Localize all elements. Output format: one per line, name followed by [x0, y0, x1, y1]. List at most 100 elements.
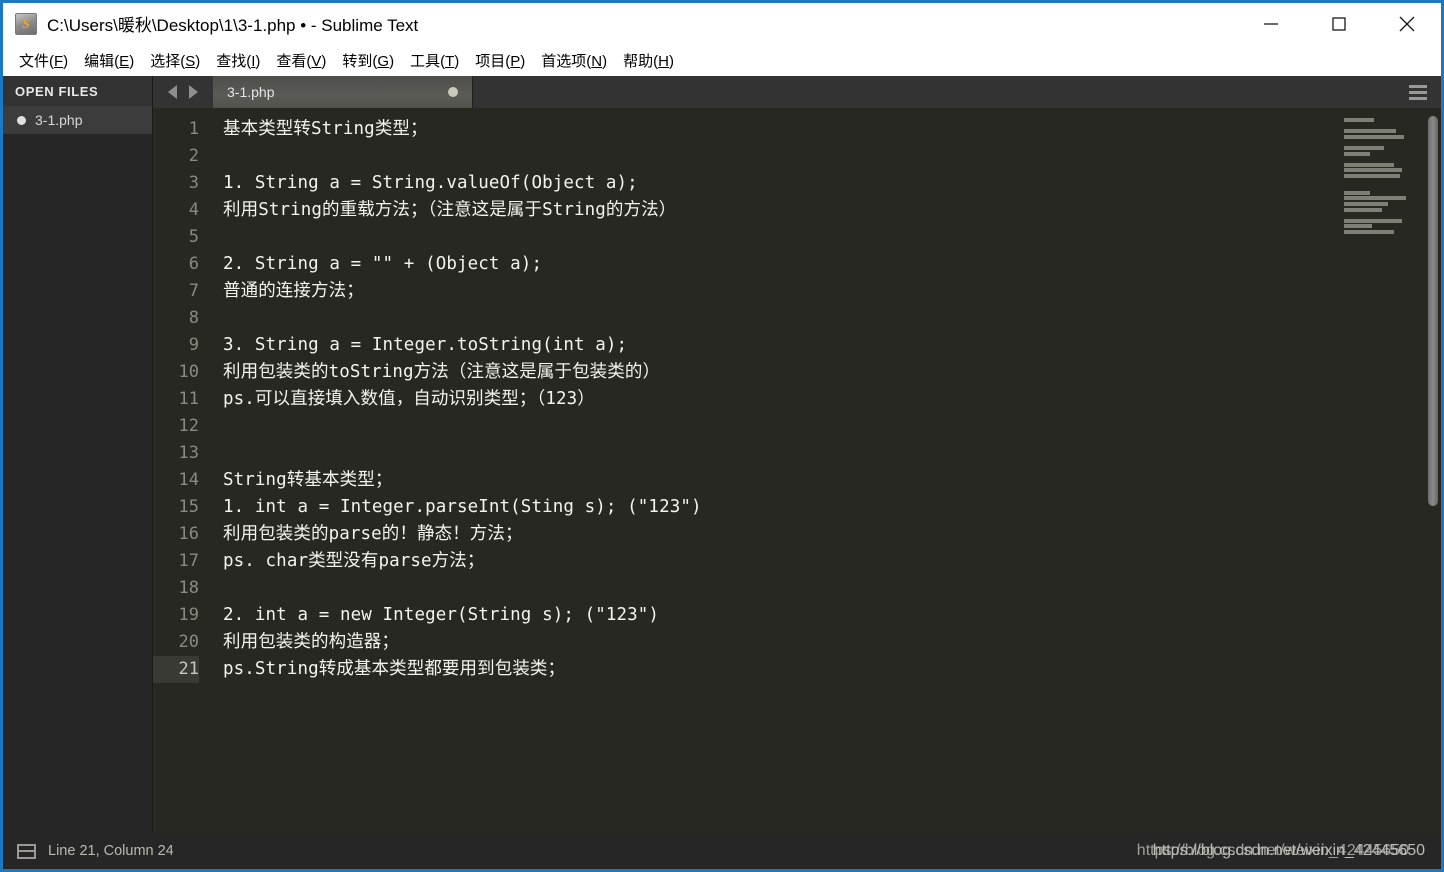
menu-tail: ) [668, 52, 674, 70]
code-line[interactable]: 普通的连接方法； [223, 278, 1320, 305]
editor-column: 3-1.php 1 2 3 4 5 6 7 8 9 10 11 12 13 14 15 16 17 18 19 20 2… [153, 76, 1441, 833]
sidebar-item-label: 3-1.php [35, 112, 83, 128]
sublime-text-window: S C:\Users\暖秋\Desktop\1\3-1.php • - Subl… [0, 0, 1444, 872]
minimap-line [1344, 213, 1345, 217]
line-number: 18 [178, 578, 199, 598]
minimap-line [1344, 180, 1345, 184]
code-line[interactable]: 1. String a = String.valueOf(Object a); [223, 170, 1320, 197]
maximize-button[interactable] [1305, 3, 1373, 44]
code-line[interactable] [223, 575, 1320, 602]
cursor-position-status: Line 21, Column 24 [48, 843, 174, 859]
app-icon-glyph: S [22, 16, 30, 31]
sidebar-empty-space [3, 134, 152, 833]
menu-accel: E [119, 52, 130, 70]
scrollbar-thumb[interactable] [1428, 116, 1438, 506]
menu-tail: ) [602, 52, 608, 70]
code-line[interactable]: 利用包装类的parse的！静态！方法； [223, 521, 1320, 548]
menu-tail: ) [195, 52, 201, 70]
menu-tail: ) [321, 52, 327, 70]
minimap-line [1344, 134, 1404, 139]
line-number-gutter: 1 2 3 4 5 6 7 8 9 10 11 12 13 14 15 16 17 18 19 20 21 [153, 116, 211, 833]
status-bar: Line 21, Column 24 https://blog.csdn.net… [3, 833, 1441, 869]
menu-item-file[interactable]: 文件(F) [11, 47, 76, 74]
code-text[interactable]: 基本类型转String类型； 1. String a = String.value… [211, 116, 1320, 833]
menu-item-find[interactable]: 查找(I) [208, 47, 268, 74]
close-icon [1399, 16, 1415, 31]
code-line[interactable] [223, 143, 1320, 170]
code-line[interactable]: 基本类型转String类型； [223, 116, 1320, 143]
unsaved-dot-icon [17, 115, 26, 125]
tab-prev-arrow-icon[interactable] [168, 85, 177, 99]
code-line[interactable] [223, 413, 1320, 440]
split-panel-icon[interactable] [17, 843, 36, 859]
line-number: 3 [188, 173, 199, 193]
menu-tail: ) [389, 52, 395, 70]
minimap-line [1344, 201, 1388, 206]
menu-label: 选择( [150, 52, 186, 70]
code-line[interactable]: ps. char类型没有parse方法； [223, 548, 1320, 575]
minimap-line [1344, 218, 1402, 223]
code-line[interactable]: ps.可以直接填入数值，自动识别类型；（123） [223, 386, 1320, 413]
menu-tail: ) [520, 52, 526, 70]
code-line[interactable]: 3. String a = Integer.toString(int a); [223, 332, 1320, 359]
hamburger-menu-icon[interactable] [1395, 76, 1441, 108]
code-line[interactable] [223, 440, 1320, 467]
menu-item-preferences[interactable]: 首选项(N) [533, 47, 615, 74]
hamburger-bar [1409, 84, 1427, 88]
minimap[interactable] [1320, 108, 1425, 833]
menu-label: 查看( [276, 52, 312, 70]
sidebar-item-3-1-php[interactable]: 3-1.php [3, 106, 152, 134]
vertical-scrollbar[interactable] [1425, 108, 1441, 833]
close-button[interactable] [1373, 3, 1441, 44]
line-number: 6 [188, 254, 199, 274]
menu-item-help[interactable]: 帮助(H) [615, 47, 682, 74]
watermark-text: https://blog.csdn.net/weixin_42445650 [1152, 842, 1425, 859]
minimize-icon [1264, 22, 1278, 25]
menu-accel: F [54, 52, 64, 70]
menu-item-edit[interactable]: 编辑(E) [76, 47, 142, 74]
line-number: 14 [178, 470, 199, 490]
minimap-line [1344, 229, 1394, 234]
menu-item-selection[interactable]: 选择(S) [142, 47, 208, 74]
menu-accel: N [591, 52, 603, 70]
menu-accel: P [510, 52, 521, 70]
minimap-line [1344, 207, 1382, 212]
code-line[interactable]: ps.String转成基本类型都要用到包装类； [223, 656, 1320, 683]
tab-next-arrow-icon[interactable] [189, 85, 198, 99]
line-number: 17 [178, 551, 199, 571]
minimize-button[interactable] [1237, 3, 1305, 44]
menu-item-view[interactable]: 查看(V) [268, 47, 334, 74]
line-number: 7 [188, 281, 199, 301]
menu-tail: ) [63, 52, 69, 70]
minimap-line [1344, 118, 1374, 122]
code-line[interactable]: 2. int a = new Integer(String s); ("123"… [223, 602, 1320, 629]
menu-accel: S [185, 52, 196, 70]
code-line[interactable] [223, 305, 1320, 332]
code-line[interactable]: 1. int a = Integer.parseInt(Sting s); ("… [223, 494, 1320, 521]
workspace: OPEN FILES 3-1.php 3-1.php 1 2 3 4 5 6 7… [3, 76, 1441, 833]
menu-item-project[interactable]: 项目(P) [467, 47, 533, 74]
code-line[interactable] [223, 224, 1320, 251]
hamburger-bar [1409, 96, 1427, 100]
tab-3-1-php[interactable]: 3-1.php [213, 76, 473, 108]
minimap-line [1344, 151, 1370, 156]
menu-item-tools[interactable]: 工具(T) [402, 47, 467, 74]
code-line[interactable]: 利用包装类的toString方法（注意这是属于包装类的） [223, 359, 1320, 386]
window-title: C:\Users\暖秋\Desktop\1\3-1.php • - Sublim… [47, 16, 419, 35]
split-panel-divider [19, 850, 34, 852]
code-line[interactable]: String转基本类型； [223, 467, 1320, 494]
title-bar: S C:\Users\暖秋\Desktop\1\3-1.php • - Subl… [3, 3, 1441, 44]
code-line[interactable]: 利用String的重载方法；（注意这是属于String的方法） [223, 197, 1320, 224]
window-controls [1237, 3, 1441, 44]
code-line[interactable]: 利用包装类的构造器； [223, 629, 1320, 656]
code-line[interactable]: 2. String a = "" + (Object a); [223, 251, 1320, 278]
menu-label: 编辑( [84, 52, 120, 70]
line-number: 9 [188, 335, 199, 355]
line-number: 11 [178, 389, 199, 409]
line-number: 5 [188, 227, 199, 247]
menu-item-goto[interactable]: 转到(G) [334, 47, 402, 74]
code-area[interactable]: 1 2 3 4 5 6 7 8 9 10 11 12 13 14 15 16 17 18 19 20 21 基本类型转S… [153, 108, 1320, 833]
tab-unsaved-dot-icon[interactable] [448, 87, 458, 97]
menu-tail: ) [129, 52, 135, 70]
menu-bar: 文件(F) 编辑(E) 选择(S) 查找(I) 查看(V) 转到(G) 工具(T… [3, 44, 1441, 76]
